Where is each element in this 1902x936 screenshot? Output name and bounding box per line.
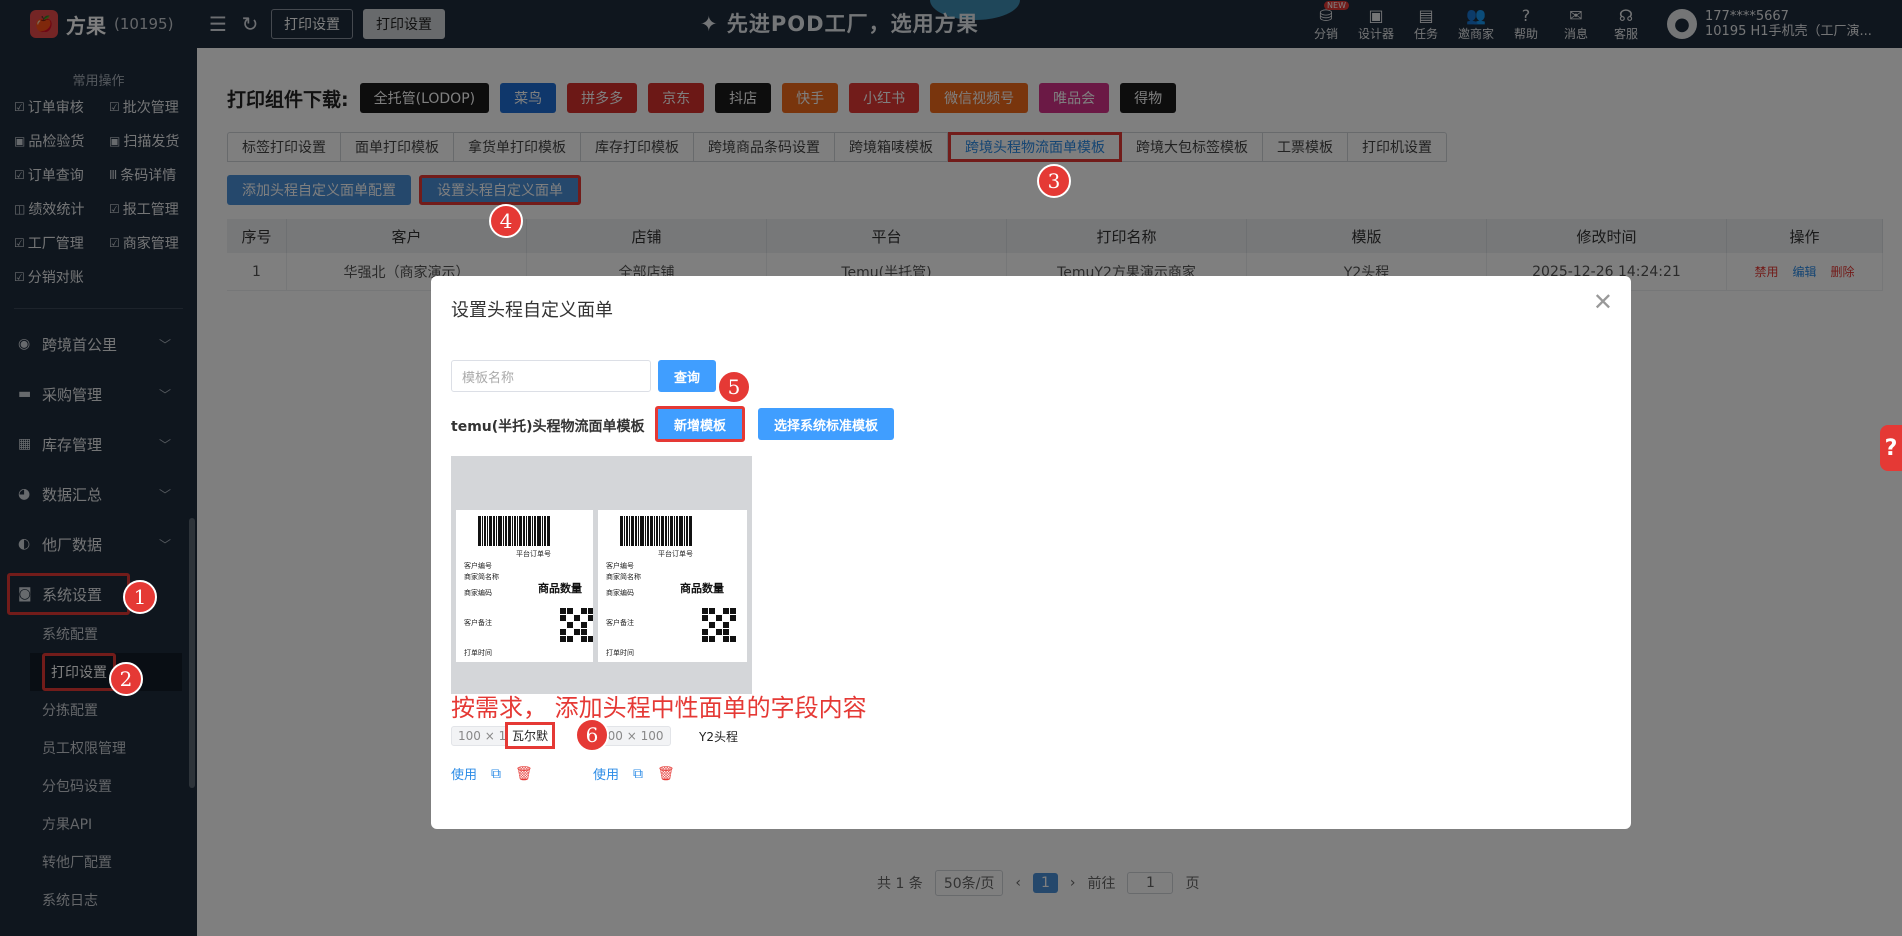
template-card[interactable]: 平台订单号 客户编号 商家简名称 商品数量 商家编码 客户备注 打单时间 — [451, 456, 610, 694]
dialog-title: 设置头程自定义面单 — [451, 300, 613, 321]
template-name-input[interactable]: 模板名称 — [451, 360, 651, 392]
label-preview: 平台订单号 客户编号 商家简名称 商品数量 商家编码 客户备注 打单时间 — [598, 510, 747, 662]
label-qty: 商品数量 — [538, 582, 582, 595]
label-order-no: 平台订单号 — [658, 550, 693, 558]
label-shop-name: 商家简名称 — [464, 573, 499, 581]
step-badge-2: 2 — [109, 662, 143, 696]
help-float-icon[interactable]: ? — [1880, 425, 1902, 471]
step-badge-6: 6 — [575, 718, 609, 752]
barcode-graphic — [620, 516, 724, 546]
label-print-time: 打单时间 — [606, 649, 634, 657]
new-template-button[interactable]: 新增模板 — [655, 406, 746, 442]
label-order-no: 平台订单号 — [516, 550, 551, 558]
label-remark: 客户备注 — [464, 619, 492, 627]
step-badge-3: 3 — [1037, 164, 1071, 198]
template-name: Y2头程 — [699, 730, 738, 744]
label-merchant-code: 商家编码 — [464, 589, 492, 597]
label-customer-no: 客户编号 — [606, 562, 634, 570]
use-template-link[interactable]: 使用 — [593, 764, 619, 783]
step-badge-4: 4 — [489, 204, 523, 238]
query-button[interactable]: 查询 — [658, 360, 717, 392]
label-shop-name: 商家简名称 — [606, 573, 641, 581]
trash-icon[interactable]: 🗑 — [515, 766, 533, 782]
qr-code-graphic — [702, 608, 736, 642]
use-template-link[interactable]: 使用 — [451, 764, 477, 783]
step-badge-1: 1 — [123, 580, 157, 614]
copy-icon[interactable]: ⧉ — [491, 766, 501, 782]
label-customer-no: 客户编号 — [464, 562, 492, 570]
label-qty: 商品数量 — [680, 582, 724, 595]
label-preview: 平台订单号 客户编号 商家简名称 商品数量 商家编码 客户备注 打单时间 — [456, 510, 605, 662]
copy-icon[interactable]: ⧉ — [633, 766, 643, 782]
template-name: 瓦尔默 — [505, 722, 556, 749]
close-icon[interactable]: ✕ — [1593, 288, 1613, 316]
select-standard-template-button[interactable]: 选择系统标准模板 — [758, 408, 895, 440]
template-card[interactable]: 平台订单号 客户编号 商家简名称 商品数量 商家编码 客户备注 打单时间 — [593, 456, 752, 694]
instruction-annotation: 按需求， 添加头程中性面单的字段内容 — [451, 694, 867, 722]
template-section-label: temu(半托)头程物流面单模板 — [451, 419, 645, 435]
qr-code-graphic — [560, 608, 594, 642]
label-print-time: 打单时间 — [464, 649, 492, 657]
step-badge-5: 5 — [717, 370, 751, 404]
first-leg-waybill-dialog: 设置头程自定义面单 ✕ 模板名称 查询 temu(半托)头程物流面单模板 新增模… — [431, 276, 1631, 829]
trash-icon[interactable]: 🗑 — [657, 766, 675, 782]
label-merchant-code: 商家编码 — [606, 589, 634, 597]
barcode-graphic — [478, 516, 582, 546]
label-remark: 客户备注 — [606, 619, 634, 627]
